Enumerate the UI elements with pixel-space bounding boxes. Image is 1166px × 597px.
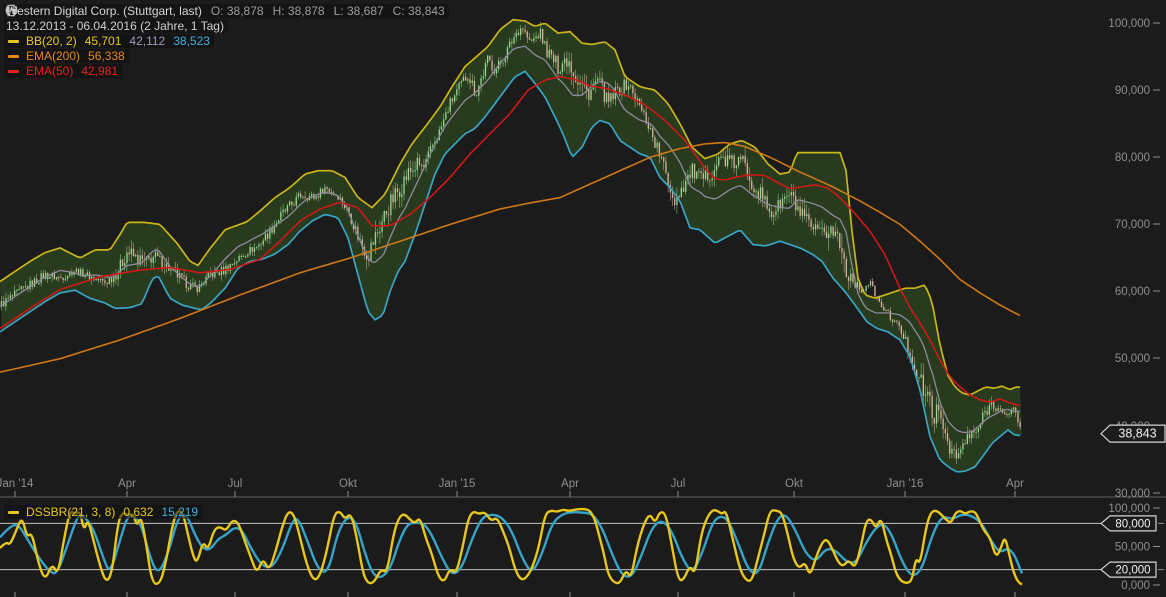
ema200-dash-icon	[8, 55, 19, 58]
dssbr-dash-icon	[8, 511, 19, 514]
x-axis-tick-label: Jan '16	[887, 478, 924, 490]
date-range-row[interactable]: 13.12.2013 - 06.04.2016 (2 Jahre, 1 Tag)	[4, 19, 449, 33]
svg-text:20,000: 20,000	[1115, 565, 1150, 577]
bb-upper-value: 45,701	[85, 34, 122, 48]
ema200-label: EMA(200)	[26, 49, 80, 63]
x-axis-tick-label: Jul	[228, 478, 243, 490]
svg-text:38,843: 38,843	[1118, 427, 1156, 441]
ohlc-low: L: 38,687	[334, 4, 384, 18]
dssbr-signal-value: 15,219	[161, 505, 198, 519]
dssbr-line	[0, 509, 1022, 584]
chart-window: 100,00090,00080,00070,00060,00050,00040,…	[0, 0, 1166, 597]
bollinger-band-fill	[0, 20, 1022, 472]
dssbr-label: DSSBR(21, 3, 8)	[26, 505, 115, 519]
bb-middle-value: 42,112	[129, 34, 165, 48]
bb-label: BB(20, 2)	[26, 34, 77, 48]
y-axis-tick-label: 90,000	[1115, 85, 1150, 97]
ema50-dash-icon	[8, 70, 19, 73]
x-axis-tick-label: Apr	[1006, 478, 1024, 490]
x-axis-tick-label: Jan '14	[0, 478, 34, 490]
ohlc-high: H: 38,878	[273, 4, 325, 18]
y-axis-tick-label: 60,000	[1115, 286, 1150, 298]
oscillator-tick-label: 50,000	[1115, 542, 1150, 554]
x-axis-tick-label: Okt	[785, 478, 804, 490]
svg-text:80,000: 80,000	[1115, 518, 1150, 530]
bb-lower-value: 38,523	[173, 34, 210, 48]
legend-dssbr[interactable]: DSSBR(21, 3, 8) 0,632 15,219	[4, 505, 202, 519]
ema50-label: EMA(50)	[26, 64, 73, 78]
chart-header: Western Digital Corp. (Stuttgart, last) …	[4, 4, 449, 79]
x-axis-tick-label: Jan '15	[439, 478, 476, 490]
last-price-tag: 38,843	[1101, 425, 1165, 442]
dssbr-signal-line	[0, 512, 1022, 577]
legend-bollinger[interactable]: BB(20, 2) 45,701 42,112 38,523	[4, 34, 449, 48]
ema50-value: 42,981	[81, 64, 118, 78]
y-axis-tick-label: 80,000	[1115, 152, 1150, 164]
x-axis-tick-label: Okt	[339, 478, 358, 490]
date-range: 13.12.2013 - 06.04.2016 (2 Jahre, 1 Tag)	[6, 19, 224, 33]
x-axis-tick-label: Jul	[671, 478, 686, 490]
y-axis-tick-label: 50,000	[1115, 353, 1150, 365]
ema200-value: 56,338	[88, 49, 125, 63]
instrument-row[interactable]: Western Digital Corp. (Stuttgart, last) …	[4, 4, 449, 18]
y-axis-tick-label: 70,000	[1115, 219, 1150, 231]
oscillator-tick-label: 0,000	[1121, 580, 1150, 592]
y-axis-tick-label: 100,000	[1108, 18, 1150, 30]
ohlc-open: O: 38,878	[211, 4, 264, 18]
x-axis-tick-label: Apr	[118, 478, 136, 490]
x-axis-tick-label: Apr	[561, 478, 579, 490]
bb-dash-icon	[8, 40, 19, 43]
clock-icon	[4, 4, 19, 17]
oscillator-threshold-tag: 20,000	[1101, 562, 1156, 577]
oscillator-tick-label: 100,000	[1108, 503, 1150, 515]
ohlc-close: C: 38,843	[393, 4, 445, 18]
legend-ema50[interactable]: EMA(50) 42,981	[4, 64, 449, 78]
legend-ema200[interactable]: EMA(200) 56,338	[4, 49, 449, 63]
dssbr-value: 0,632	[123, 505, 153, 519]
instrument-title: Western Digital Corp. (Stuttgart, last)	[6, 4, 202, 18]
oscillator-threshold-tag: 80,000	[1101, 516, 1156, 531]
y-axis-tick-label: 30,000	[1115, 488, 1150, 500]
